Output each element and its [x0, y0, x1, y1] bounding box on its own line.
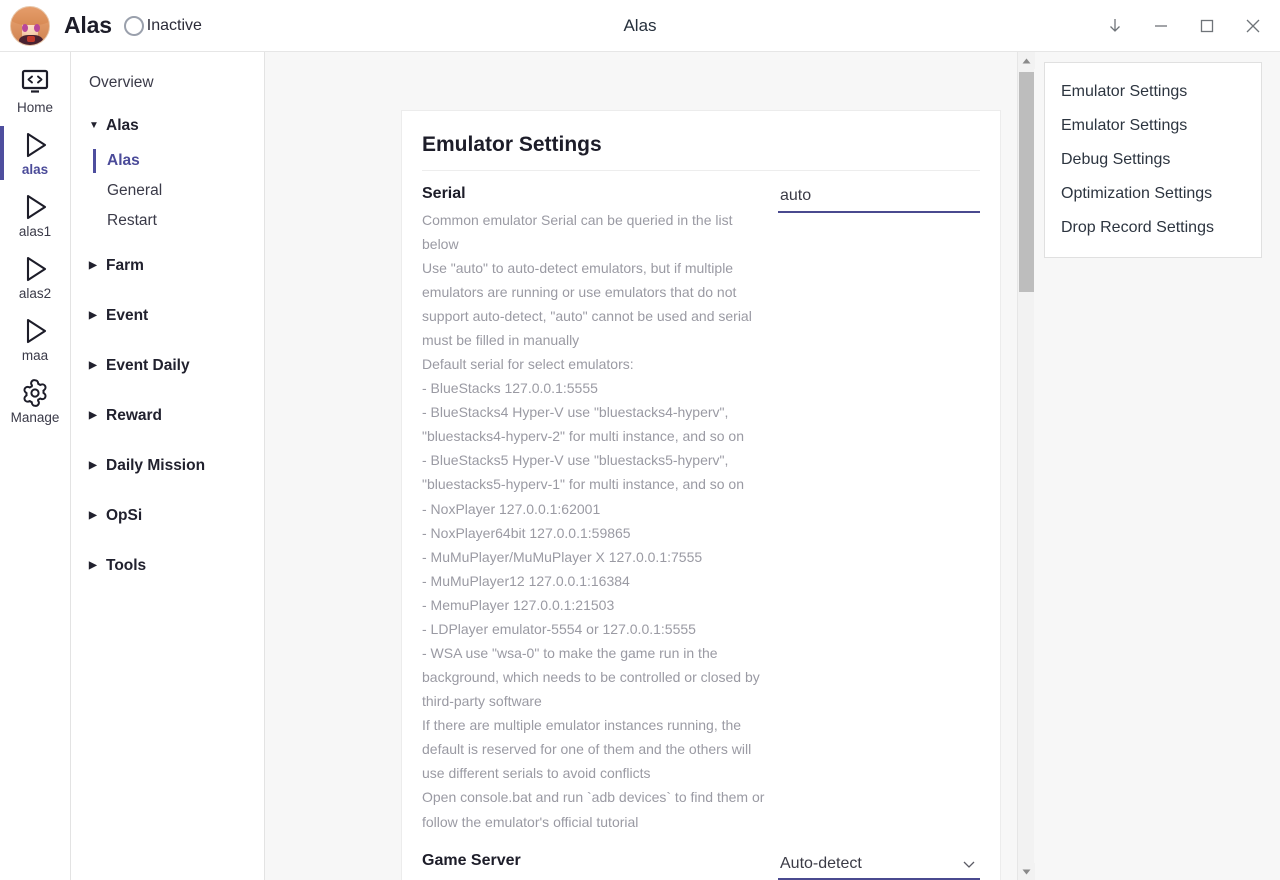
nav-group-tools[interactable]: ▶ Tools — [71, 546, 264, 586]
nav-group-opsi[interactable]: ▶ OpSi — [71, 496, 264, 536]
field-serial-text: Serial Common emulator Serial can be que… — [422, 183, 778, 834]
field-game-server-control: Auto-detect — [778, 850, 980, 880]
vertical-scrollbar[interactable] — [1017, 52, 1035, 880]
status-badge: Inactive — [123, 15, 202, 36]
field-help: Manual select is required if multiple ga… — [422, 874, 768, 880]
field-help: Common emulator Serial can be queried in… — [422, 211, 765, 830]
gear-icon — [19, 377, 51, 409]
nav-group-label: Farm — [106, 257, 144, 274]
serial-input[interactable] — [778, 184, 980, 213]
nav-item-restart[interactable]: Restart — [71, 206, 264, 236]
rail-item-label: alas — [21, 162, 49, 178]
rail-item-label: maa — [21, 348, 49, 364]
download-icon[interactable] — [1092, 0, 1138, 52]
chevron-right-icon: ▶ — [89, 560, 97, 571]
chevron-right-icon: ▶ — [89, 360, 97, 371]
field-label: Serial — [422, 185, 466, 202]
page-title: Emulator Settings — [422, 133, 980, 171]
rail-item-maa[interactable]: maa — [0, 308, 71, 370]
app-window: Alas Inactive Alas Home alas alas1 alas2… — [0, 0, 1280, 880]
scrollbar-thumb[interactable] — [1019, 72, 1034, 292]
panel-item-emulator-settings-1[interactable]: Emulator Settings — [1045, 75, 1261, 109]
settings-links-box: Emulator Settings Emulator Settings Debu… — [1044, 62, 1262, 258]
panel-item-optimization-settings[interactable]: Optimization Settings — [1045, 177, 1261, 211]
play-triangle-icon — [20, 191, 50, 223]
main-content: Emulator Settings Serial Common emulator… — [265, 52, 1280, 880]
title-bar: Alas Inactive Alas — [0, 0, 1280, 52]
avatar — [10, 5, 50, 46]
chevron-right-icon: ▶ — [89, 310, 97, 321]
game-server-select[interactable]: Auto-detect — [778, 851, 980, 880]
window-controls — [1092, 0, 1280, 51]
field-label: Game Server — [422, 851, 521, 869]
chevron-down-icon: ▼ — [89, 120, 99, 131]
rail-item-label: alas2 — [18, 286, 52, 302]
triangle-up-icon[interactable] — [1018, 52, 1035, 69]
nav-item-alas[interactable]: Alas — [71, 146, 264, 176]
nav-item-general[interactable]: General — [71, 176, 264, 206]
nav-group-event[interactable]: ▶ Event — [71, 296, 264, 336]
nav-group-label: Event Daily — [106, 357, 190, 374]
panel-item-emulator-settings-2[interactable]: Emulator Settings — [1045, 109, 1261, 143]
triangle-down-icon[interactable] — [1018, 863, 1035, 880]
code-screen-icon — [20, 67, 50, 99]
play-triangle-icon — [20, 253, 50, 285]
chevron-down-icon — [961, 856, 977, 877]
status-text: Inactive — [146, 16, 202, 34]
field-serial-control — [778, 183, 980, 213]
rail-item-manage[interactable]: Manage — [0, 370, 71, 432]
circle-outline-icon — [123, 15, 144, 36]
settings-scroll-area: Emulator Settings Serial Common emulator… — [265, 52, 1017, 880]
minimize-icon[interactable] — [1138, 0, 1184, 52]
icon-rail: Home alas alas1 alas2 maa Manage — [0, 52, 71, 880]
app-name: Alas — [64, 12, 112, 38]
rail-item-alas1[interactable]: alas1 — [0, 184, 71, 246]
panel-item-drop-record-settings[interactable]: Drop Record Settings — [1045, 211, 1261, 245]
chevron-right-icon: ▶ — [89, 460, 97, 471]
close-icon[interactable] — [1230, 0, 1276, 52]
rail-item-alas[interactable]: alas — [0, 122, 71, 184]
rail-item-alas2[interactable]: alas2 — [0, 246, 71, 308]
nav-group-reward[interactable]: ▶ Reward — [71, 396, 264, 436]
field-game-server-text: Game Server Manual select is required if… — [422, 850, 778, 880]
nav-group-label: Reward — [106, 407, 162, 424]
body: Home alas alas1 alas2 maa Manage Overvie… — [0, 52, 1280, 880]
play-triangle-icon — [20, 129, 50, 161]
chevron-right-icon: ▶ — [89, 410, 97, 421]
nav-group-event-daily[interactable]: ▶ Event Daily — [71, 346, 264, 386]
rail-item-label: alas1 — [18, 224, 52, 240]
nav-group-label: Daily Mission — [106, 457, 206, 474]
rail-item-label: Manage — [10, 410, 60, 426]
chevron-right-icon: ▶ — [89, 510, 97, 521]
nav-group-daily-mission[interactable]: ▶ Daily Mission — [71, 446, 264, 486]
nav-group-label: Alas — [106, 117, 139, 134]
nav-group-farm[interactable]: ▶ Farm — [71, 246, 264, 286]
field-serial: Serial Common emulator Serial can be que… — [422, 171, 980, 834]
rail-item-label: Home — [16, 100, 53, 116]
field-game-server: Game Server Manual select is required if… — [422, 834, 980, 880]
play-triangle-icon — [20, 315, 50, 347]
settings-card: Emulator Settings Serial Common emulator… — [401, 110, 1001, 880]
nav-children-alas: Alas General Restart — [71, 146, 264, 236]
panel-item-debug-settings[interactable]: Debug Settings — [1045, 143, 1261, 177]
nav-group-label: Tools — [106, 557, 147, 574]
nav-tree: Overview ▼ Alas Alas General Restart ▶ F… — [71, 52, 265, 880]
nav-group-label: Event — [106, 307, 149, 324]
game-server-select-value: Auto-detect — [778, 851, 980, 880]
chevron-right-icon: ▶ — [89, 260, 97, 271]
right-panel: Emulator Settings Emulator Settings Debu… — [1034, 52, 1280, 880]
nav-group-alas[interactable]: ▼ Alas — [71, 106, 264, 146]
nav-group-label: OpSi — [106, 507, 143, 524]
nav-item-overview[interactable]: Overview — [71, 70, 264, 92]
maximize-icon[interactable] — [1184, 0, 1230, 52]
rail-item-home[interactable]: Home — [0, 60, 71, 122]
